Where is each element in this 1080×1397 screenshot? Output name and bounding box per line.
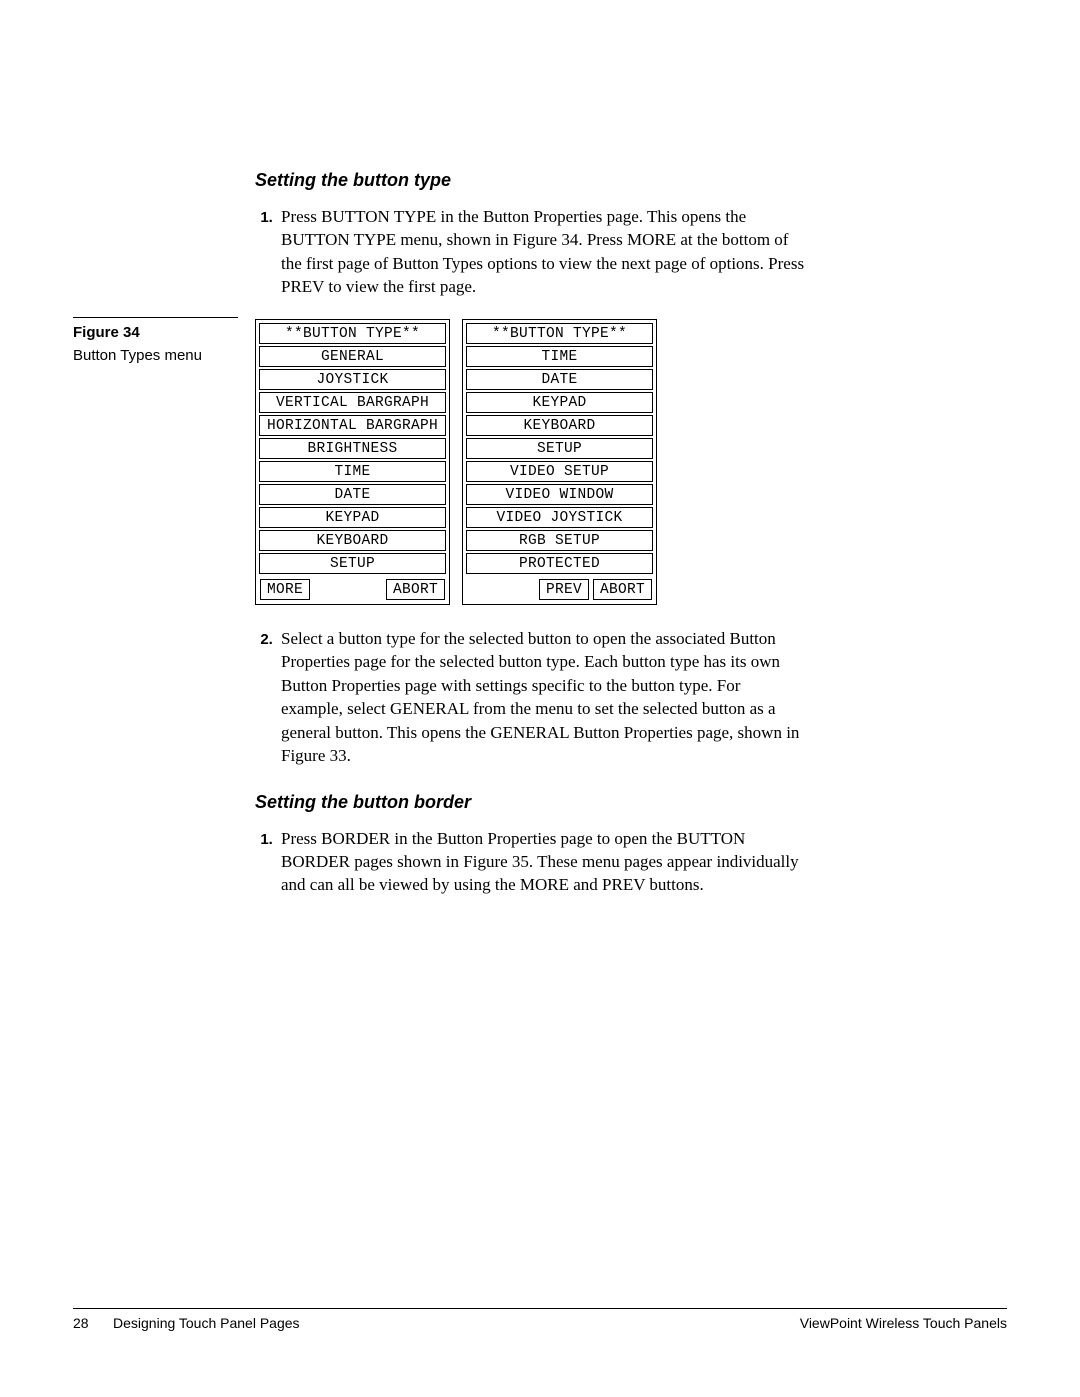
abort-button[interactable]: ABORT — [386, 579, 445, 600]
menu-item-time[interactable]: TIME — [259, 461, 446, 482]
menu-header: **BUTTON TYPE** — [466, 323, 653, 344]
page-footer: 28 Designing Touch Panel Pages ViewPoint… — [73, 1308, 1007, 1331]
footer-doc-title: ViewPoint Wireless Touch Panels — [800, 1315, 1007, 1331]
footer-section-title: Designing Touch Panel Pages — [113, 1315, 800, 1331]
menu-header: **BUTTON TYPE** — [259, 323, 446, 344]
section-heading-button-border: Setting the button border — [255, 792, 805, 813]
button-type-menus: **BUTTON TYPE** GENERAL JOYSTICK VERTICA… — [255, 319, 805, 605]
section-heading-button-type: Setting the button type — [255, 170, 805, 191]
menu-item-video-window[interactable]: VIDEO WINDOW — [466, 484, 653, 505]
menu-item-setup[interactable]: SETUP — [466, 438, 653, 459]
menu-item-brightness[interactable]: BRIGHTNESS — [259, 438, 446, 459]
button-type-menu-page2: **BUTTON TYPE** TIME DATE KEYPAD KEYBOAR… — [462, 319, 657, 605]
menu-item-date[interactable]: DATE — [259, 484, 446, 505]
figure-label: Figure 34 — [73, 324, 238, 341]
figure-caption: Button Types menu — [73, 347, 238, 364]
main-content: Setting the button type Press BUTTON TYP… — [255, 170, 805, 917]
menu-item-keypad[interactable]: KEYPAD — [259, 507, 446, 528]
page-number: 28 — [73, 1315, 113, 1331]
menu-item-vertical-bargraph[interactable]: VERTICAL BARGRAPH — [259, 392, 446, 413]
abort-button[interactable]: ABORT — [593, 579, 652, 600]
step-item: Press BUTTON TYPE in the Button Properti… — [277, 205, 805, 299]
menu-nav-row: MORE ABORT — [259, 576, 446, 601]
menu-item-keyboard[interactable]: KEYBOARD — [466, 415, 653, 436]
menu-item-keyboard[interactable]: KEYBOARD — [259, 530, 446, 551]
menu-item-general[interactable]: GENERAL — [259, 346, 446, 367]
menu-item-keypad[interactable]: KEYPAD — [466, 392, 653, 413]
more-button[interactable]: MORE — [260, 579, 310, 600]
menu-item-video-joystick[interactable]: VIDEO JOYSTICK — [466, 507, 653, 528]
page: Figure 34 Button Types menu Setting the … — [0, 0, 1080, 1397]
button-type-menu-page1: **BUTTON TYPE** GENERAL JOYSTICK VERTICA… — [255, 319, 450, 605]
menu-item-date[interactable]: DATE — [466, 369, 653, 390]
menu-nav-row: PREV ABORT — [466, 576, 653, 601]
step-item: Select a button type for the selected bu… — [277, 627, 805, 768]
steps-list-1: Press BUTTON TYPE in the Button Properti… — [255, 205, 805, 299]
menu-item-video-setup[interactable]: VIDEO SETUP — [466, 461, 653, 482]
steps-list-1b: Select a button type for the selected bu… — [255, 627, 805, 768]
menu-item-joystick[interactable]: JOYSTICK — [259, 369, 446, 390]
menu-item-horizontal-bargraph[interactable]: HORIZONTAL BARGRAPH — [259, 415, 446, 436]
figure-caption-block: Figure 34 Button Types menu — [73, 317, 238, 364]
menu-item-time[interactable]: TIME — [466, 346, 653, 367]
menu-item-protected[interactable]: PROTECTED — [466, 553, 653, 574]
menu-item-rgb-setup[interactable]: RGB SETUP — [466, 530, 653, 551]
prev-button[interactable]: PREV — [539, 579, 589, 600]
steps-list-2: Press BORDER in the Button Properties pa… — [255, 827, 805, 897]
step-item: Press BORDER in the Button Properties pa… — [277, 827, 805, 897]
menu-item-setup[interactable]: SETUP — [259, 553, 446, 574]
